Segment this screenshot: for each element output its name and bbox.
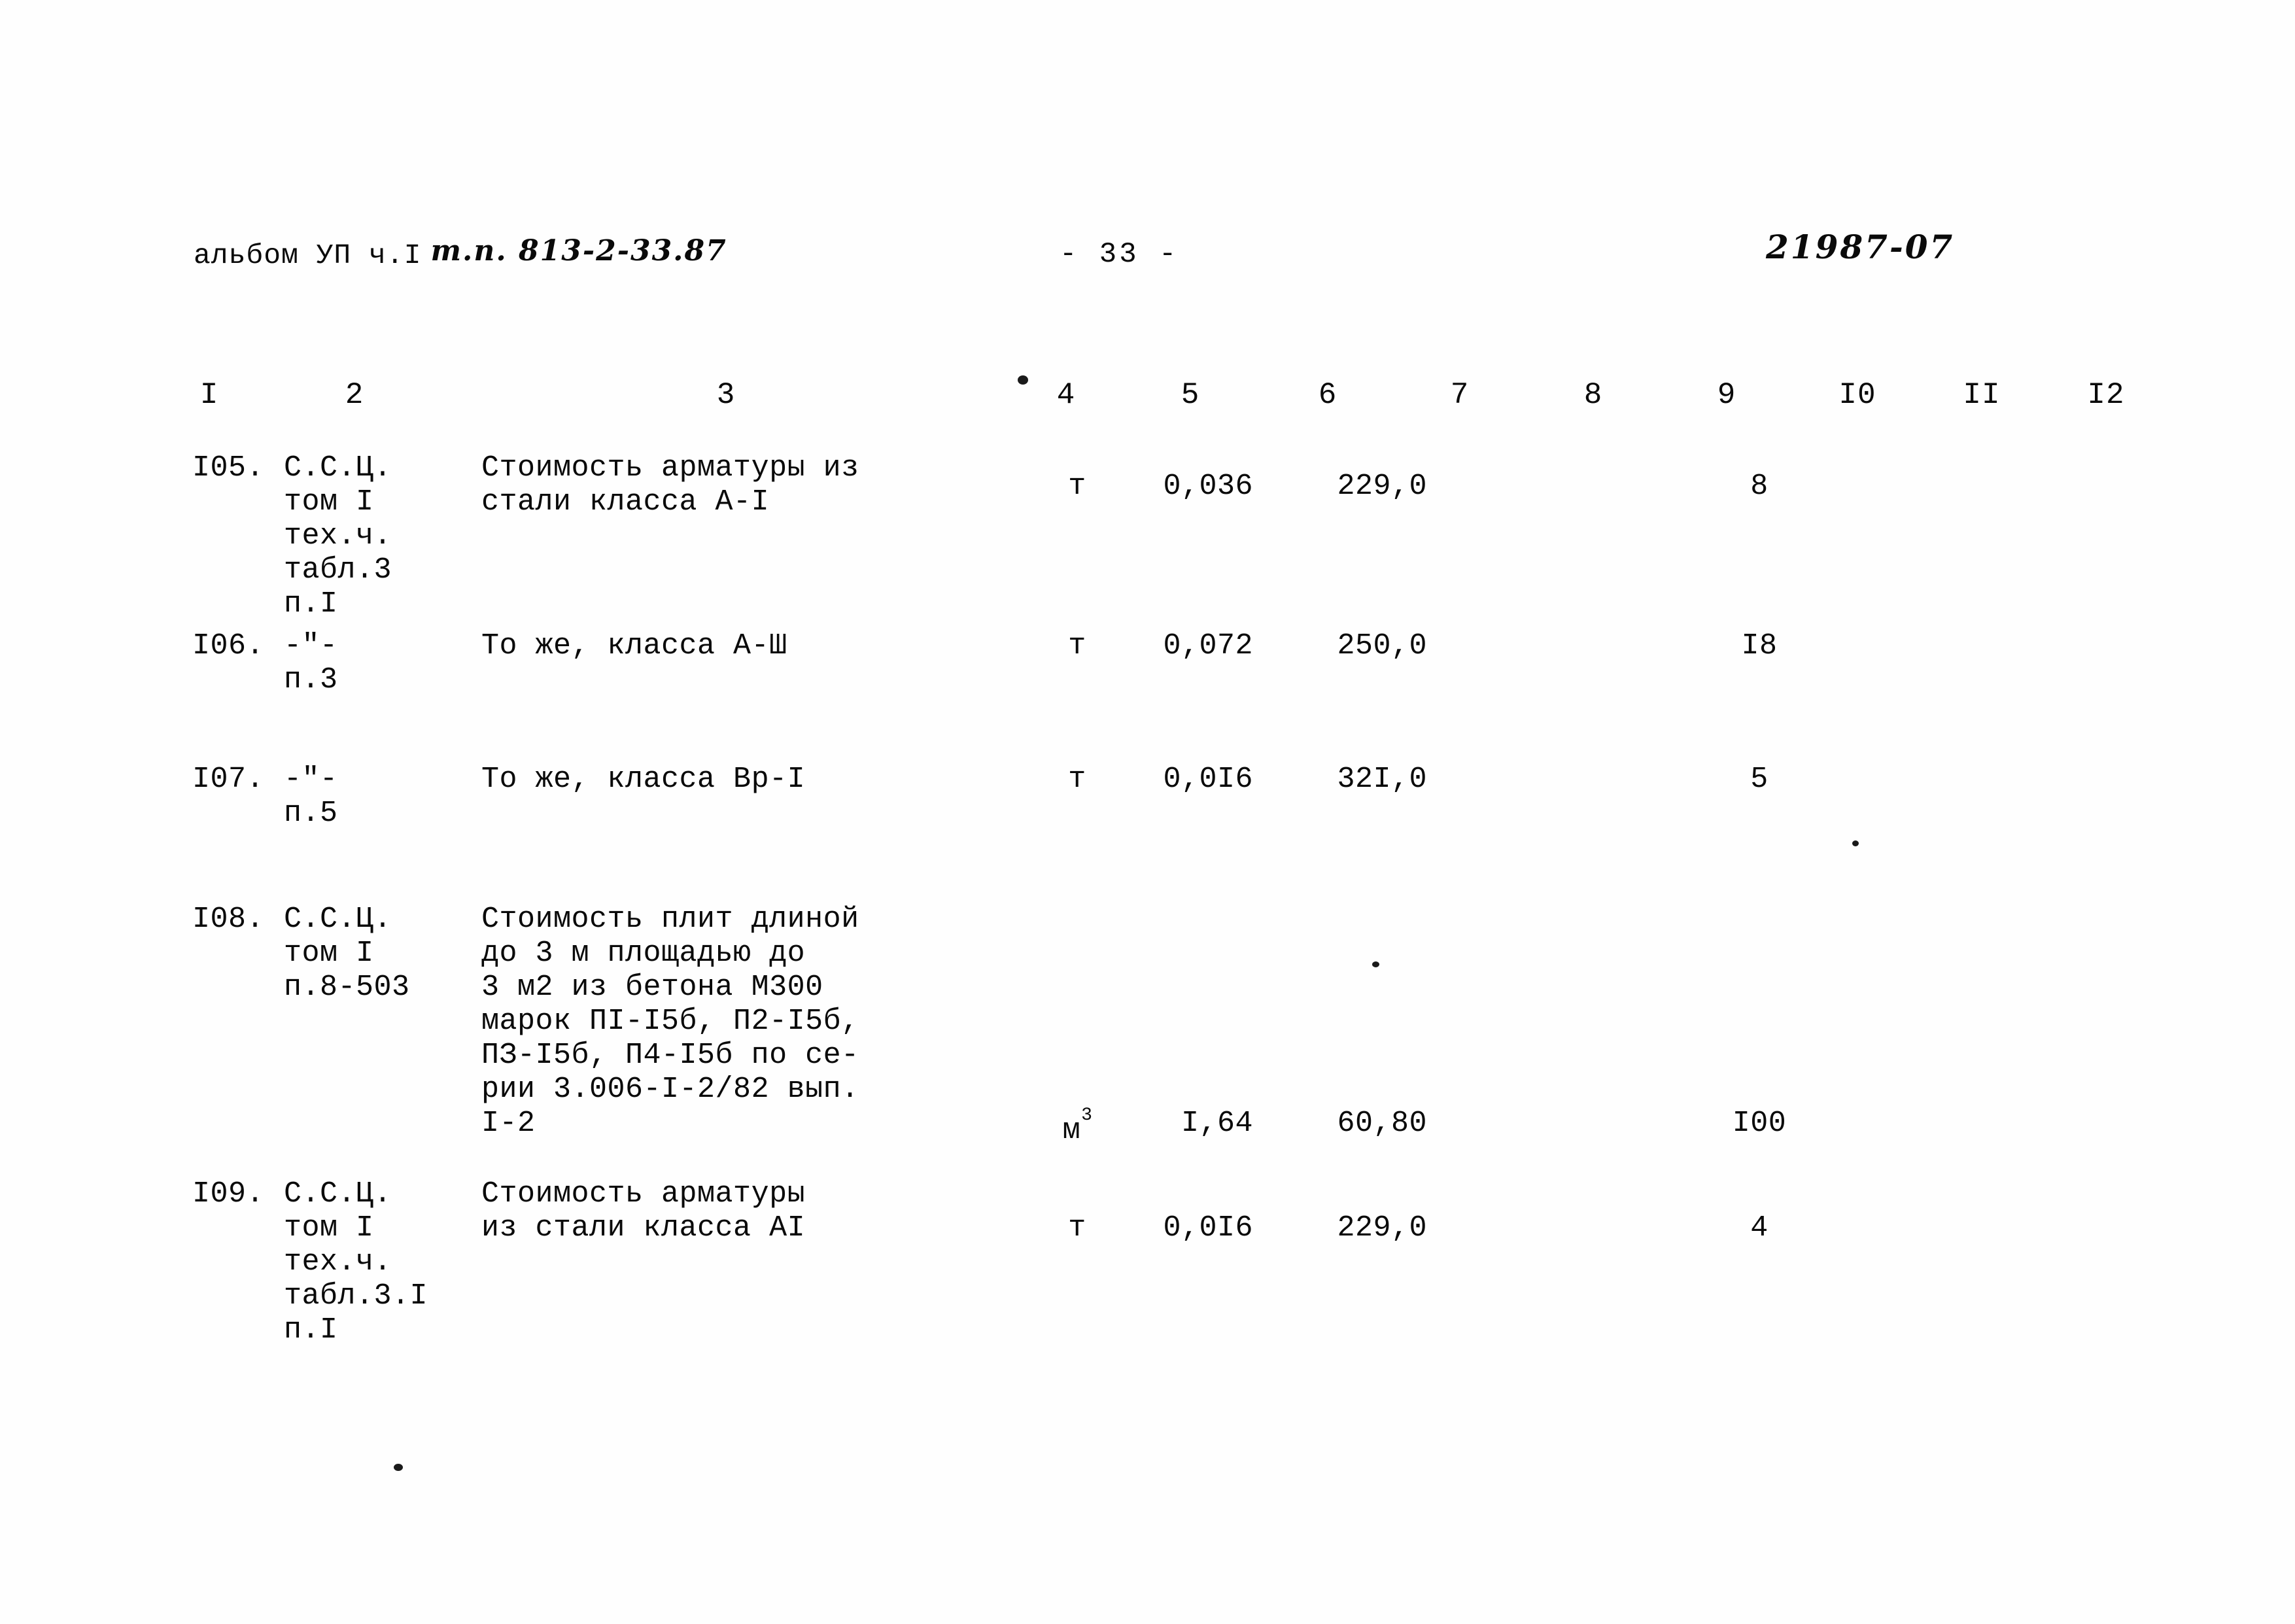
row-col9: 4 bbox=[1750, 1211, 1769, 1245]
row-description: Стоимость арматуры из стали класса АI bbox=[481, 1177, 806, 1245]
row-unit: т bbox=[1048, 763, 1107, 797]
row-quantity: 0,0I6 bbox=[1163, 763, 1253, 796]
scan-speck bbox=[1018, 375, 1028, 385]
column-header-3: 3 bbox=[716, 378, 736, 412]
row-description: То же, класса А-Ш bbox=[481, 629, 787, 663]
document-page: альбом УП ч.I т.п. 813-2-33.87 - 33 - 219… bbox=[0, 0, 2295, 1624]
page-number: - 33 - bbox=[1060, 238, 1179, 271]
row-col9: 5 bbox=[1750, 763, 1769, 796]
row-price: 229,0 bbox=[1337, 470, 1427, 503]
row-unit-text: т bbox=[1068, 629, 1086, 663]
row-quantity: 0,0I6 bbox=[1163, 1211, 1253, 1245]
row-number: I05. bbox=[192, 451, 265, 485]
row-col9: I00 bbox=[1732, 1107, 1787, 1140]
row-unit: м3 bbox=[1048, 1105, 1107, 1148]
row-description: Стоимость плит длиной до 3 м площадью до… bbox=[481, 903, 859, 1140]
row-description: Стоимость арматуры из стали класса А-I bbox=[481, 451, 859, 519]
scan-speck bbox=[394, 1464, 403, 1471]
scan-speck bbox=[1852, 840, 1859, 846]
row-price: 250,0 bbox=[1337, 629, 1427, 663]
row-reference: С.С.Ц. том I тех.ч. табл.3 п.I bbox=[284, 451, 392, 621]
row-col9: I8 bbox=[1741, 629, 1778, 663]
row-reference: -"- п.5 bbox=[284, 763, 338, 830]
column-header-2: 2 bbox=[345, 378, 364, 412]
column-header-5: 5 bbox=[1181, 378, 1200, 412]
column-header-11: II bbox=[1963, 378, 2001, 412]
row-col9: 8 bbox=[1750, 470, 1769, 503]
project-code-handwritten: т.п. 813-2-33.87 bbox=[430, 234, 727, 268]
row-quantity: I,64 bbox=[1181, 1107, 1253, 1140]
row-unit: т bbox=[1048, 1211, 1107, 1245]
row-price: 60,80 bbox=[1337, 1107, 1427, 1140]
row-unit: т bbox=[1048, 470, 1107, 504]
document-number-handwritten: 21987-07 bbox=[1766, 228, 1955, 266]
row-description: То же, класса Вр-I bbox=[481, 763, 806, 796]
table-column-headers: I 2 3 4 5 6 7 8 9 I0 II I2 bbox=[0, 378, 2295, 417]
scan-speck bbox=[1372, 961, 1379, 967]
row-number: I07. bbox=[192, 763, 265, 796]
row-unit-text: т bbox=[1068, 1211, 1086, 1245]
row-price: 32I,0 bbox=[1337, 763, 1427, 796]
row-unit-exponent: 3 bbox=[1081, 1105, 1093, 1126]
row-unit-text: т bbox=[1068, 763, 1086, 796]
column-header-1: I bbox=[199, 378, 219, 412]
column-header-7: 7 bbox=[1450, 378, 1470, 412]
row-unit: т bbox=[1048, 629, 1107, 663]
page-header: альбом УП ч.I т.п. 813-2-33.87 - 33 - 219… bbox=[0, 228, 2295, 283]
row-price: 229,0 bbox=[1337, 1211, 1427, 1245]
column-header-4: 4 bbox=[1056, 378, 1076, 412]
album-text: альбом УП ч.I bbox=[194, 239, 422, 271]
table-rule-top bbox=[183, 356, 2158, 362]
table-rule-bottom bbox=[183, 425, 2158, 430]
column-header-8: 8 bbox=[1583, 378, 1603, 412]
row-reference: -"- п.3 bbox=[284, 629, 338, 697]
row-quantity: 0,072 bbox=[1163, 629, 1253, 663]
row-number: I09. bbox=[192, 1177, 265, 1211]
row-reference: С.С.Ц. том I тех.ч. табл.3.I п.I bbox=[284, 1177, 428, 1347]
column-header-10: I0 bbox=[1838, 378, 1876, 412]
row-unit-text: т bbox=[1068, 470, 1086, 503]
row-number: I06. bbox=[192, 629, 265, 663]
row-number: I08. bbox=[192, 903, 265, 936]
column-header-12: I2 bbox=[2087, 378, 2125, 412]
album-label: альбом УП ч.I т.п. 813-2-33.87 bbox=[194, 234, 727, 271]
row-reference: С.С.Ц. том I п.8-503 bbox=[284, 903, 410, 1004]
column-header-6: 6 bbox=[1318, 378, 1337, 412]
row-unit-text: м bbox=[1062, 1114, 1081, 1147]
column-header-9: 9 bbox=[1717, 378, 1736, 412]
row-quantity: 0,036 bbox=[1163, 470, 1253, 503]
